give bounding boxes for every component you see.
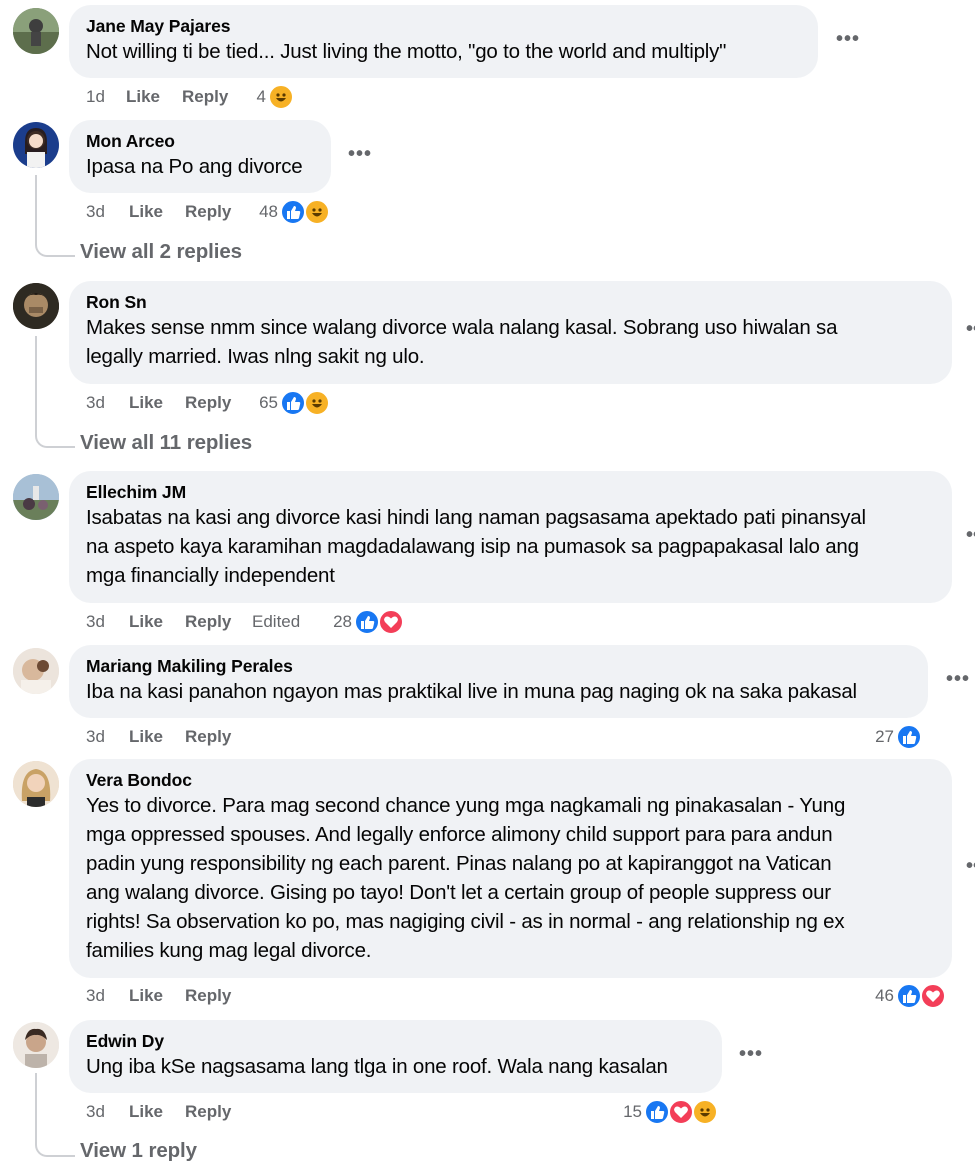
thread-line bbox=[35, 1073, 75, 1157]
comment-text: Yes to divorce. Para mag second chance y… bbox=[86, 794, 846, 962]
comment-text: Isabatas na kasi ang divorce kasi hindi … bbox=[86, 506, 866, 587]
like-icon bbox=[896, 983, 922, 1009]
avatar[interactable] bbox=[13, 761, 59, 807]
like-button[interactable]: Like bbox=[129, 609, 163, 635]
like-button[interactable]: Like bbox=[129, 724, 163, 750]
comment-bubble: Vera Bondoc Yes to divorce. Para mag sec… bbox=[69, 759, 952, 978]
avatar-image bbox=[13, 761, 59, 807]
reply-button[interactable]: Reply bbox=[185, 609, 231, 635]
comment-text: Ung iba kSe nagsasama lang tlga in one r… bbox=[86, 1055, 668, 1078]
reaction-count: 4 bbox=[256, 87, 266, 106]
reply-button[interactable]: Reply bbox=[185, 199, 231, 225]
comment-bubble: Ellechim JM Isabatas na kasi ang divorce… bbox=[69, 471, 952, 603]
like-button[interactable]: Like bbox=[126, 84, 160, 110]
avatar[interactable] bbox=[13, 1022, 59, 1068]
avatar-image bbox=[13, 122, 59, 168]
comment-bubble: Mon Arceo Ipasa na Po ang divorce bbox=[69, 120, 331, 193]
more-options-icon[interactable]: ••• bbox=[966, 524, 975, 547]
like-button[interactable]: Like bbox=[129, 199, 163, 225]
avatar-image bbox=[13, 8, 59, 54]
comment-bubble: Jane May Pajares Not willing ti be tied.… bbox=[69, 5, 818, 78]
more-options-icon[interactable]: ••• bbox=[966, 855, 975, 878]
love-icon bbox=[668, 1099, 694, 1125]
reply-button[interactable]: Reply bbox=[185, 983, 231, 1009]
like-button[interactable]: Like bbox=[129, 1099, 163, 1125]
avatar-image bbox=[13, 283, 59, 329]
comment-time[interactable]: 3d bbox=[86, 390, 105, 416]
comment-author[interactable]: Ron Sn bbox=[86, 291, 935, 313]
like-icon bbox=[896, 724, 922, 750]
reply-button[interactable]: Reply bbox=[185, 1099, 231, 1125]
comment-time[interactable]: 3d bbox=[86, 724, 105, 750]
avatar[interactable] bbox=[13, 8, 59, 54]
comment-bubble: Mariang Makiling Perales Iba na kasi pan… bbox=[69, 645, 928, 718]
avatar[interactable] bbox=[13, 283, 59, 329]
love-icon bbox=[378, 609, 404, 635]
comment-time[interactable]: 3d bbox=[86, 199, 105, 225]
view-replies-link[interactable]: View all 2 replies bbox=[80, 240, 242, 264]
love-icon bbox=[920, 983, 946, 1009]
view-replies-link[interactable]: View all 11 replies bbox=[80, 431, 252, 455]
more-options-icon[interactable]: ••• bbox=[348, 143, 372, 166]
like-icon bbox=[354, 609, 380, 635]
reply-button[interactable]: Reply bbox=[185, 390, 231, 416]
edited-label: Edited bbox=[252, 612, 301, 631]
comment-author[interactable]: Jane May Pajares bbox=[86, 15, 801, 37]
comment-text: Ipasa na Po ang divorce bbox=[86, 155, 303, 178]
comment-author[interactable]: Vera Bondoc bbox=[86, 769, 935, 791]
comment-author[interactable]: Mon Arceo bbox=[86, 130, 314, 152]
comment-text: Not willing ti be tied... Just living th… bbox=[86, 40, 727, 63]
comment-text: Makes sense nmm since walang divorce wal… bbox=[86, 316, 838, 368]
reply-button[interactable]: Reply bbox=[185, 724, 231, 750]
more-options-icon[interactable]: ••• bbox=[836, 28, 860, 51]
more-options-icon[interactable]: ••• bbox=[739, 1043, 763, 1066]
comment-time[interactable]: 3d bbox=[86, 1099, 105, 1125]
thread-line bbox=[35, 175, 75, 257]
comment-bubble: Ron Sn Makes sense nmm since walang divo… bbox=[69, 281, 952, 384]
reaction-count: 15 bbox=[623, 1102, 642, 1121]
comment-bubble: Edwin Dy Ung iba kSe nagsasama lang tlga… bbox=[69, 1020, 722, 1093]
comment-author[interactable]: Mariang Makiling Perales bbox=[86, 655, 911, 677]
reply-button[interactable]: Reply bbox=[182, 84, 228, 110]
reaction-count: 65 bbox=[259, 393, 278, 412]
haha-icon bbox=[692, 1099, 718, 1125]
like-icon bbox=[280, 390, 306, 416]
comment-author[interactable]: Edwin Dy bbox=[86, 1030, 705, 1052]
avatar[interactable] bbox=[13, 474, 59, 520]
like-button[interactable]: Like bbox=[129, 390, 163, 416]
reaction-count: 27 bbox=[875, 727, 894, 746]
comment-author[interactable]: Ellechim JM bbox=[86, 481, 935, 503]
haha-icon bbox=[304, 199, 330, 225]
like-button[interactable]: Like bbox=[129, 983, 163, 1009]
reaction-count: 28 bbox=[333, 612, 352, 631]
view-replies-link[interactable]: View 1 reply bbox=[80, 1139, 197, 1163]
comment-time[interactable]: 3d bbox=[86, 983, 105, 1009]
comment-time[interactable]: 1d bbox=[86, 84, 105, 110]
like-icon bbox=[644, 1099, 670, 1125]
comment-time[interactable]: 3d bbox=[86, 609, 105, 635]
avatar[interactable] bbox=[13, 122, 59, 168]
more-options-icon[interactable]: ••• bbox=[946, 668, 970, 691]
like-icon bbox=[280, 199, 306, 225]
comment-text: Iba na kasi panahon ngayon mas praktikal… bbox=[86, 680, 857, 703]
avatar[interactable] bbox=[13, 648, 59, 694]
more-options-icon[interactable]: ••• bbox=[966, 318, 975, 341]
avatar-image bbox=[13, 474, 59, 520]
reaction-count: 46 bbox=[875, 986, 894, 1005]
avatar-image bbox=[13, 648, 59, 694]
haha-icon bbox=[268, 84, 294, 110]
avatar-image bbox=[13, 1022, 59, 1068]
reaction-count: 48 bbox=[259, 202, 278, 221]
haha-icon bbox=[304, 390, 330, 416]
